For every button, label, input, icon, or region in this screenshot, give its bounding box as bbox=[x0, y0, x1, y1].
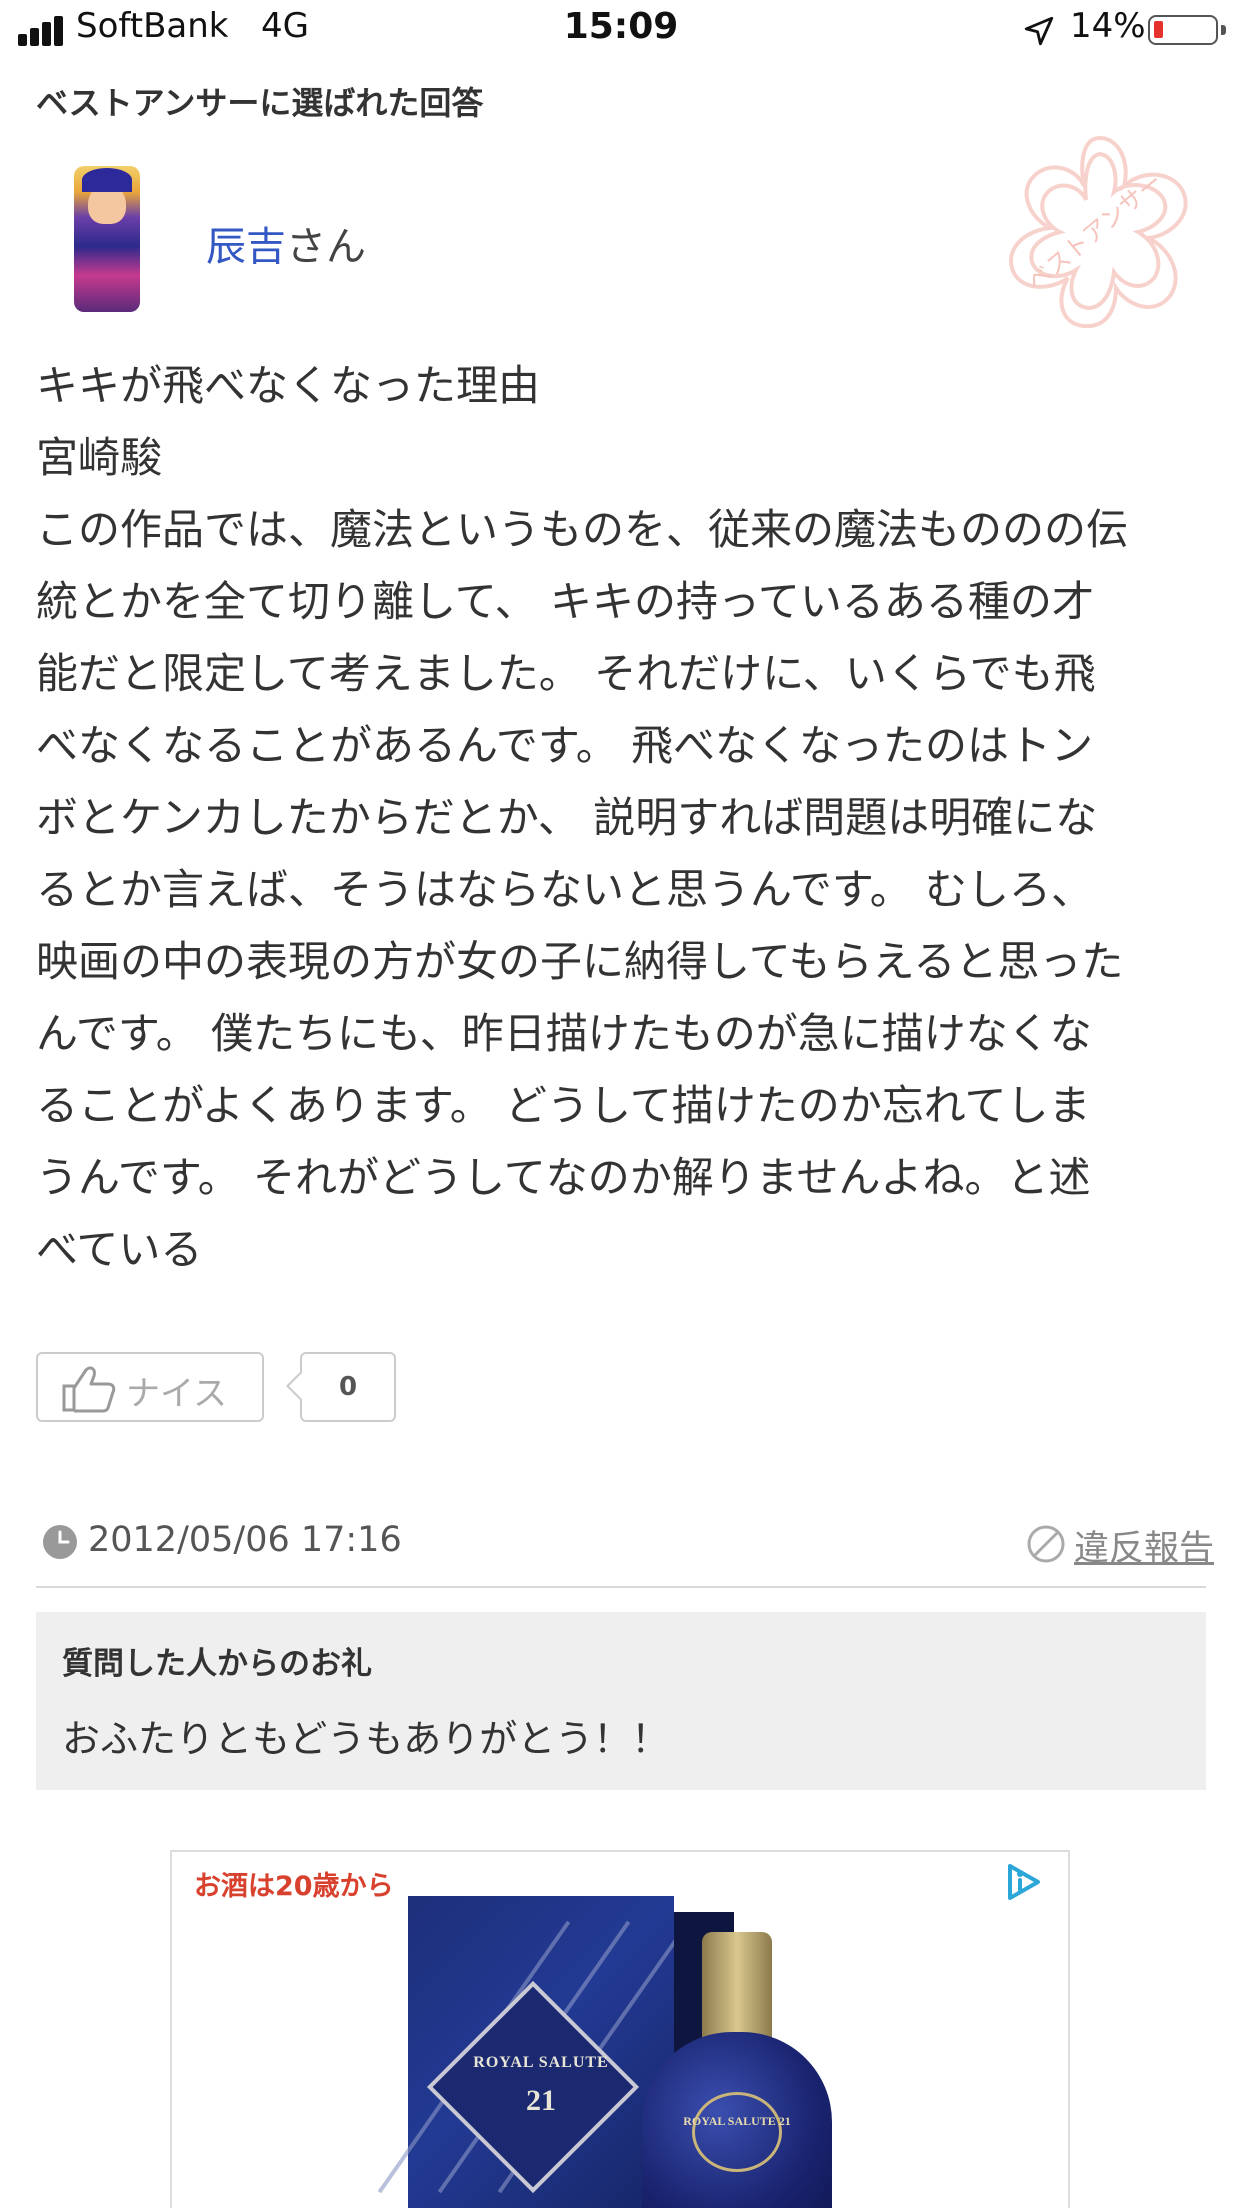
bottle-emblem bbox=[692, 2092, 782, 2172]
nice-count: 0 bbox=[300, 1352, 396, 1422]
bottle-image bbox=[702, 1932, 772, 2042]
nice-button[interactable]: ナイス bbox=[36, 1352, 264, 1422]
answerer-name: 辰吉さん bbox=[206, 214, 366, 272]
answerer-name-suffix: さん bbox=[286, 224, 366, 270]
answer-line: べている bbox=[36, 1225, 203, 1274]
battery-percent: 14% bbox=[1070, 6, 1146, 46]
ad-choices-icon[interactable] bbox=[1000, 1858, 1048, 1906]
answer-line: うんです。 それがどうしてなのか解りませんよね。と述 bbox=[36, 1153, 1091, 1202]
answer-line: ることがよくあります。 どうして描けたのか忘れてしま bbox=[36, 1081, 1091, 1130]
answer-line: この作品では、魔法というものを、従来の魔法もののの伝 bbox=[36, 505, 1129, 554]
answer-line: るとか言えば、そうはならないと思うんです。 むしろ、 bbox=[36, 865, 1094, 914]
thumbs-up-icon bbox=[62, 1366, 116, 1413]
answer-line: 宮崎駿 bbox=[36, 433, 163, 482]
advertisement[interactable]: お酒は20歳から ROYAL SALUTE 21 ROYAL SALUTE 21 bbox=[170, 1850, 1070, 2208]
answer-line: 統とかを全て切り離して、 キキの持っているある種の才 bbox=[36, 577, 1094, 626]
answer-body: キキが飛べなくなった理由 宮崎駿 この作品では、魔法というものを、従来の魔法もの… bbox=[36, 350, 1216, 1286]
ad-years: 21 bbox=[526, 2084, 556, 2117]
ad-age-notice: お酒は20歳から bbox=[194, 1871, 394, 1902]
clock-icon bbox=[43, 1525, 77, 1559]
nice-label: ナイス bbox=[126, 1374, 227, 1414]
answer-line: 映画の中の表現の方が女の子に納得してもらえると思った bbox=[36, 937, 1124, 986]
answer-timestamp: 2012/05/06 17:16 bbox=[88, 1520, 402, 1560]
answer-line: べなくなることがあるんです。 飛べなくなったのはトン bbox=[36, 721, 1094, 770]
prohibited-icon[interactable] bbox=[1026, 1524, 1066, 1564]
avatar[interactable] bbox=[74, 166, 140, 312]
section-title: ベストアンサーに選ばれた回答 bbox=[36, 84, 484, 122]
bottle-label: ROYAL SALUTE 21 bbox=[683, 2114, 791, 2128]
thanks-title: 質問した人からのお礼 bbox=[62, 1646, 372, 1682]
answer-line: キキが飛べなくなった理由 bbox=[36, 361, 541, 410]
thanks-text: おふたりともどうもありがとう！！ bbox=[62, 1717, 670, 1761]
divider bbox=[36, 1586, 1206, 1588]
answerer-name-link[interactable]: 辰吉 bbox=[206, 224, 286, 270]
battery-icon bbox=[1148, 15, 1226, 45]
location-arrow-icon bbox=[1024, 16, 1054, 46]
report-link[interactable]: 違反報告 bbox=[1074, 1520, 1214, 1571]
answer-line: 能だと限定して考えました。 それだけに、いくらでも飛 bbox=[36, 649, 1096, 698]
best-answer-stamp-icon: ベストアンサー bbox=[1009, 135, 1188, 329]
answer-line: んです。 僕たちにも、昨日描けたものが急に描けなくな bbox=[36, 1009, 1092, 1058]
svg-text:ベストアンサー: ベストアンサー bbox=[1022, 167, 1168, 296]
status-bar: SoftBank 4G 15:09 14% bbox=[0, 0, 1242, 62]
thanks-box: 質問した人からのお礼 おふたりともどうもありがとう！！ bbox=[36, 1612, 1206, 1790]
ad-brand: ROYAL SALUTE bbox=[473, 2054, 609, 2071]
answer-line: ボとケンカしたからだとか、 説明すれば問題は明確にな bbox=[36, 793, 1098, 842]
